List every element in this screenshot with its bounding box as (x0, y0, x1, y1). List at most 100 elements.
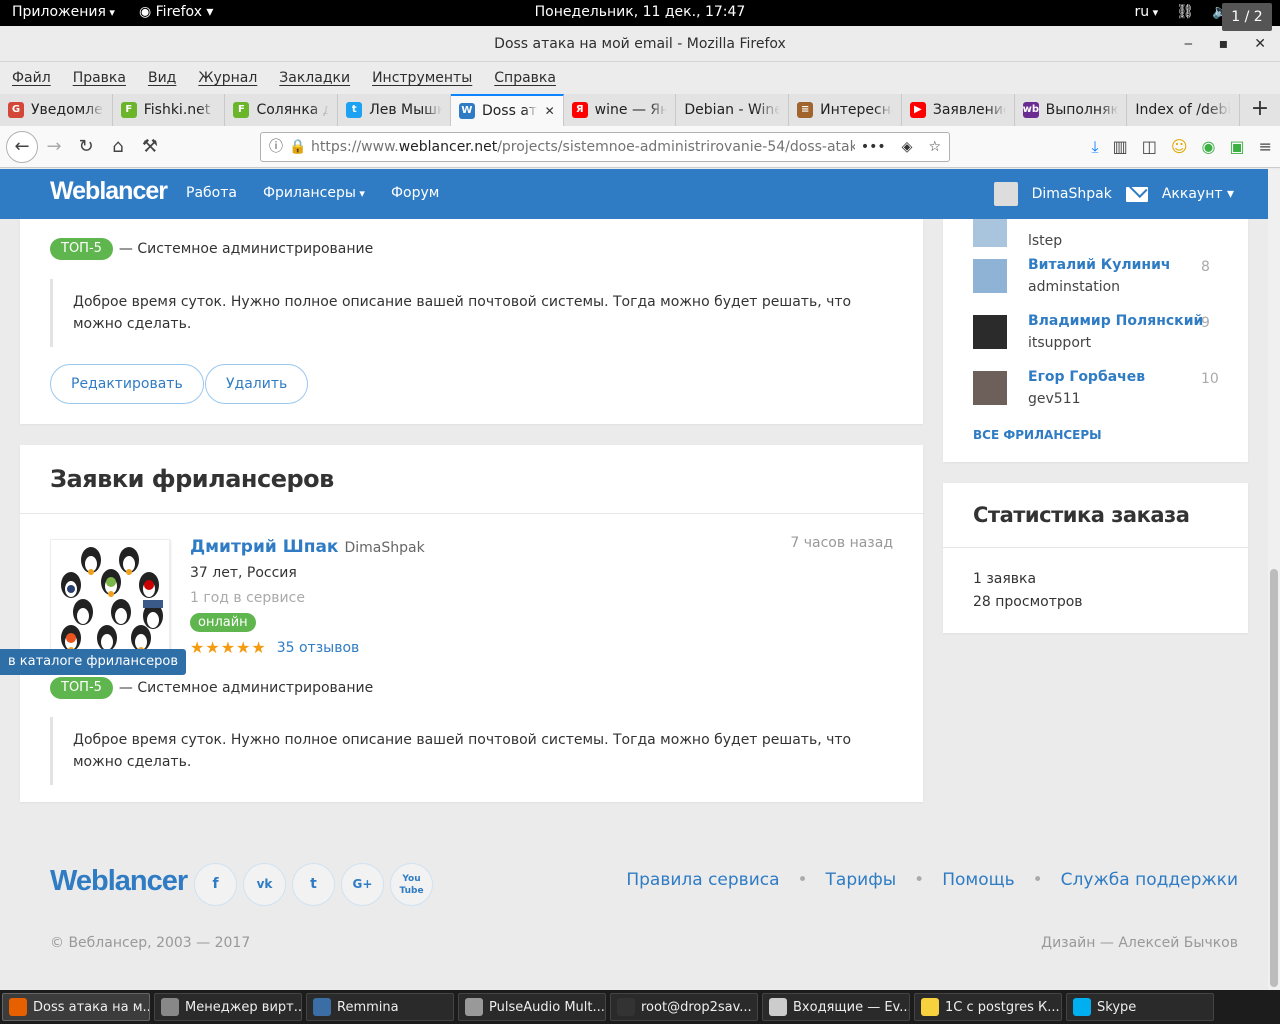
footer-link-rules[interactable]: Правила сервиса (626, 870, 779, 890)
taskbar-label: Входящие — Ev... (793, 999, 910, 1015)
design-credit[interactable]: Дизайн — Алексей Бычков (1041, 935, 1238, 951)
category-label[interactable]: — Системное администрирование (119, 241, 373, 257)
url-bar[interactable]: ⓘ 🔒 https://www.weblancer.net/projects/s… (260, 132, 950, 162)
tab[interactable]: ≡ Интересная (789, 94, 902, 126)
page-actions-icon[interactable]: ••• (861, 133, 886, 161)
forward-button[interactable]: → (40, 133, 68, 161)
bidder-avatar[interactable] (50, 539, 170, 655)
freelancer-avatar[interactable] (973, 219, 1007, 247)
edit-button[interactable]: Редактировать (50, 364, 204, 404)
category-label[interactable]: — Системное администрирование (119, 680, 373, 696)
tools-icon[interactable]: ⚒ (136, 133, 164, 161)
footer-link-support[interactable]: Служба поддержки (1061, 870, 1238, 890)
username[interactable]: DimaShpak (1032, 186, 1112, 202)
youtube-icon[interactable]: You Tube (390, 863, 433, 906)
tab[interactable]: W Doss атака ✕ (450, 94, 564, 126)
freelancer-name[interactable]: Владимир Полянский (1028, 313, 1203, 329)
taskbar-item[interactable]: 1С с postgres К... (914, 993, 1062, 1021)
facebook-icon[interactable]: f (194, 863, 237, 906)
reviews-link[interactable]: 35 отзывов (277, 640, 360, 656)
maximize-icon[interactable]: ▪ (1219, 26, 1229, 62)
bids-title: Заявки фрилансеров (50, 465, 334, 493)
nav-forum[interactable]: Форум (391, 185, 439, 201)
clock[interactable]: Понедельник, 11 дек., 17:47 (535, 4, 746, 20)
menu-bar: Файл Правка Вид Журнал Закладки Инструме… (0, 62, 1280, 94)
tab-label: Index of /debia (1135, 102, 1232, 118)
nav-freelancers[interactable]: Фрилансеры (263, 185, 365, 201)
page-scrollbar[interactable] (1268, 169, 1280, 990)
library-icon[interactable]: ▥ (1113, 137, 1128, 157)
taskbar-item[interactable]: Doss атака на м... (2, 993, 150, 1021)
taskbar-label: Skype (1097, 999, 1137, 1015)
bookmark-star-icon[interactable]: ☆ (928, 133, 941, 161)
bidder-name[interactable]: Дмитрий Шпак (190, 537, 338, 557)
taskbar-item[interactable]: PulseAudio Mult... (458, 993, 606, 1021)
tab-close-icon[interactable]: ✕ (545, 104, 555, 118)
taskbar-item[interactable]: Менеджер вирт... (154, 993, 302, 1021)
tab[interactable]: Яwine — Янд (564, 94, 677, 126)
tab[interactable]: F Fishki.net - (113, 94, 226, 126)
menu-edit[interactable]: Правка (73, 70, 126, 86)
freelancer-login: lstep (1028, 233, 1063, 249)
footer-link-tariffs[interactable]: Тарифы (826, 870, 897, 890)
taskbar-item[interactable]: Входящие — Ev... (762, 993, 910, 1021)
menu-history[interactable]: Журнал (198, 70, 257, 86)
delete-button[interactable]: Удалить (205, 364, 309, 404)
site-logo[interactable]: Weblancer (50, 177, 168, 206)
lock-icon[interactable]: 🔒 (289, 133, 306, 161)
taskbar-item[interactable]: Remmina (306, 993, 454, 1021)
keyboard-layout[interactable]: ru (1135, 4, 1159, 20)
new-tab-button[interactable]: + (1240, 94, 1280, 126)
pocket-icon[interactable]: ◈ (902, 133, 913, 161)
tab[interactable]: Index of /debia (1127, 94, 1241, 126)
tab[interactable]: ▶ Заявление (902, 94, 1015, 126)
download-icon[interactable]: ⤓ (1091, 137, 1098, 157)
freelancer-name[interactable]: Виталий Кулинич (1028, 257, 1171, 273)
tab[interactable]: t Лев Мышки (338, 94, 451, 126)
freelancer-name[interactable]: Егор Горбачев (1028, 369, 1145, 385)
workspace-pager[interactable]: 1 / 2 (1222, 3, 1272, 31)
account-menu[interactable]: Аккаунт ▾ (1162, 186, 1234, 202)
all-freelancers-link[interactable]: ВСЕ ФРИЛАНСЕРЫ (973, 428, 1102, 442)
menu-view[interactable]: Вид (148, 70, 176, 86)
freelancer-avatar[interactable] (973, 259, 1007, 293)
sidebar-icon[interactable]: ◫ (1142, 137, 1157, 157)
reload-button[interactable]: ↻ (72, 133, 100, 161)
mail-icon[interactable] (1125, 186, 1148, 202)
tab[interactable]: wb Выполняю (1015, 94, 1128, 126)
vk-icon[interactable]: vk (243, 863, 286, 906)
tab[interactable]: Debian - Wine (676, 94, 790, 126)
tab[interactable]: F Солянка для (225, 94, 339, 126)
menu-file[interactable]: Файл (12, 70, 51, 86)
app-icon (921, 998, 939, 1016)
nav-jobs[interactable]: Работа (186, 185, 237, 201)
freelancer-avatar[interactable] (973, 315, 1007, 349)
top-freelancers-card: lstep Виталий Кулинич adminstation 8 Вла… (943, 219, 1248, 462)
site-info-icon[interactable]: ⓘ (269, 133, 283, 161)
taskbar-item[interactable]: Skype (1066, 993, 1214, 1021)
menu-help[interactable]: Справка (494, 70, 556, 86)
penguins-image (61, 547, 163, 653)
freelancer-avatar[interactable] (973, 371, 1007, 405)
tab-strip: G Уведомления F Fishki.net - F Солянка для t Ле… (0, 94, 1280, 126)
minimize-icon[interactable]: ‒ (1184, 26, 1193, 62)
green-extension-icon[interactable]: ◉ (1202, 137, 1216, 157)
menu-bookmarks[interactable]: Закладки (279, 70, 350, 86)
twitter-icon[interactable]: t (292, 863, 335, 906)
user-avatar[interactable] (993, 182, 1018, 206)
scrollbar-thumb[interactable] (1270, 569, 1278, 987)
home-button[interactable]: ⌂ (104, 133, 132, 161)
menu-tools[interactable]: Инструменты (372, 70, 472, 86)
wa-extension-icon[interactable]: ▣ (1229, 137, 1244, 157)
network-icon[interactable]: ⛓ (1176, 4, 1194, 20)
footer-link-help[interactable]: Помощь (942, 870, 1014, 890)
tab[interactable]: G Уведомления (0, 94, 113, 126)
hamburger-menu-icon[interactable]: ≡ (1259, 137, 1272, 157)
gnome-top-bar: Приложения ◉ Firefox ▾ Понедельник, 11 д… (0, 0, 1280, 26)
close-icon[interactable]: ✕ (1254, 26, 1266, 62)
footer-logo[interactable]: Weblancer (50, 865, 188, 898)
emoji-extension-icon[interactable]: ☺ (1171, 137, 1188, 157)
google-plus-icon[interactable]: G+ (341, 863, 384, 906)
back-button[interactable]: ← (6, 131, 38, 163)
taskbar-item[interactable]: root@drop2sav... (610, 993, 758, 1021)
